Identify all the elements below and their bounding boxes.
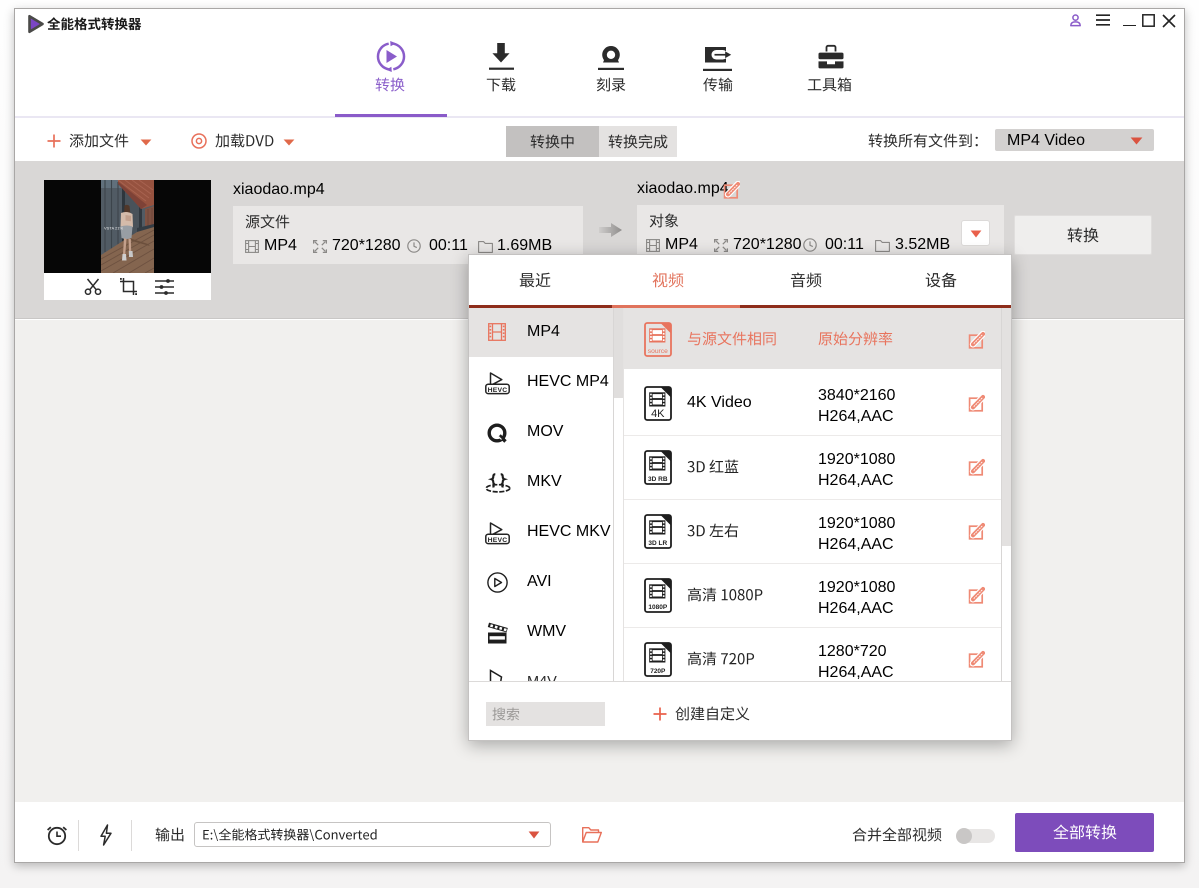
svg-text:HEVC: HEVC xyxy=(488,537,508,544)
svg-text:HEVC: HEVC xyxy=(488,387,508,394)
svg-text:4K: 4K xyxy=(651,408,665,420)
svg-text:3D RB: 3D RB xyxy=(648,476,668,483)
svg-text:1080P: 1080P xyxy=(648,604,667,611)
svg-text:3D LR: 3D LR xyxy=(648,540,667,547)
svg-text:720P: 720P xyxy=(650,668,666,675)
svg-text:VSTA 21%: VSTA 21% xyxy=(104,226,123,231)
svg-text:source: source xyxy=(648,348,668,355)
